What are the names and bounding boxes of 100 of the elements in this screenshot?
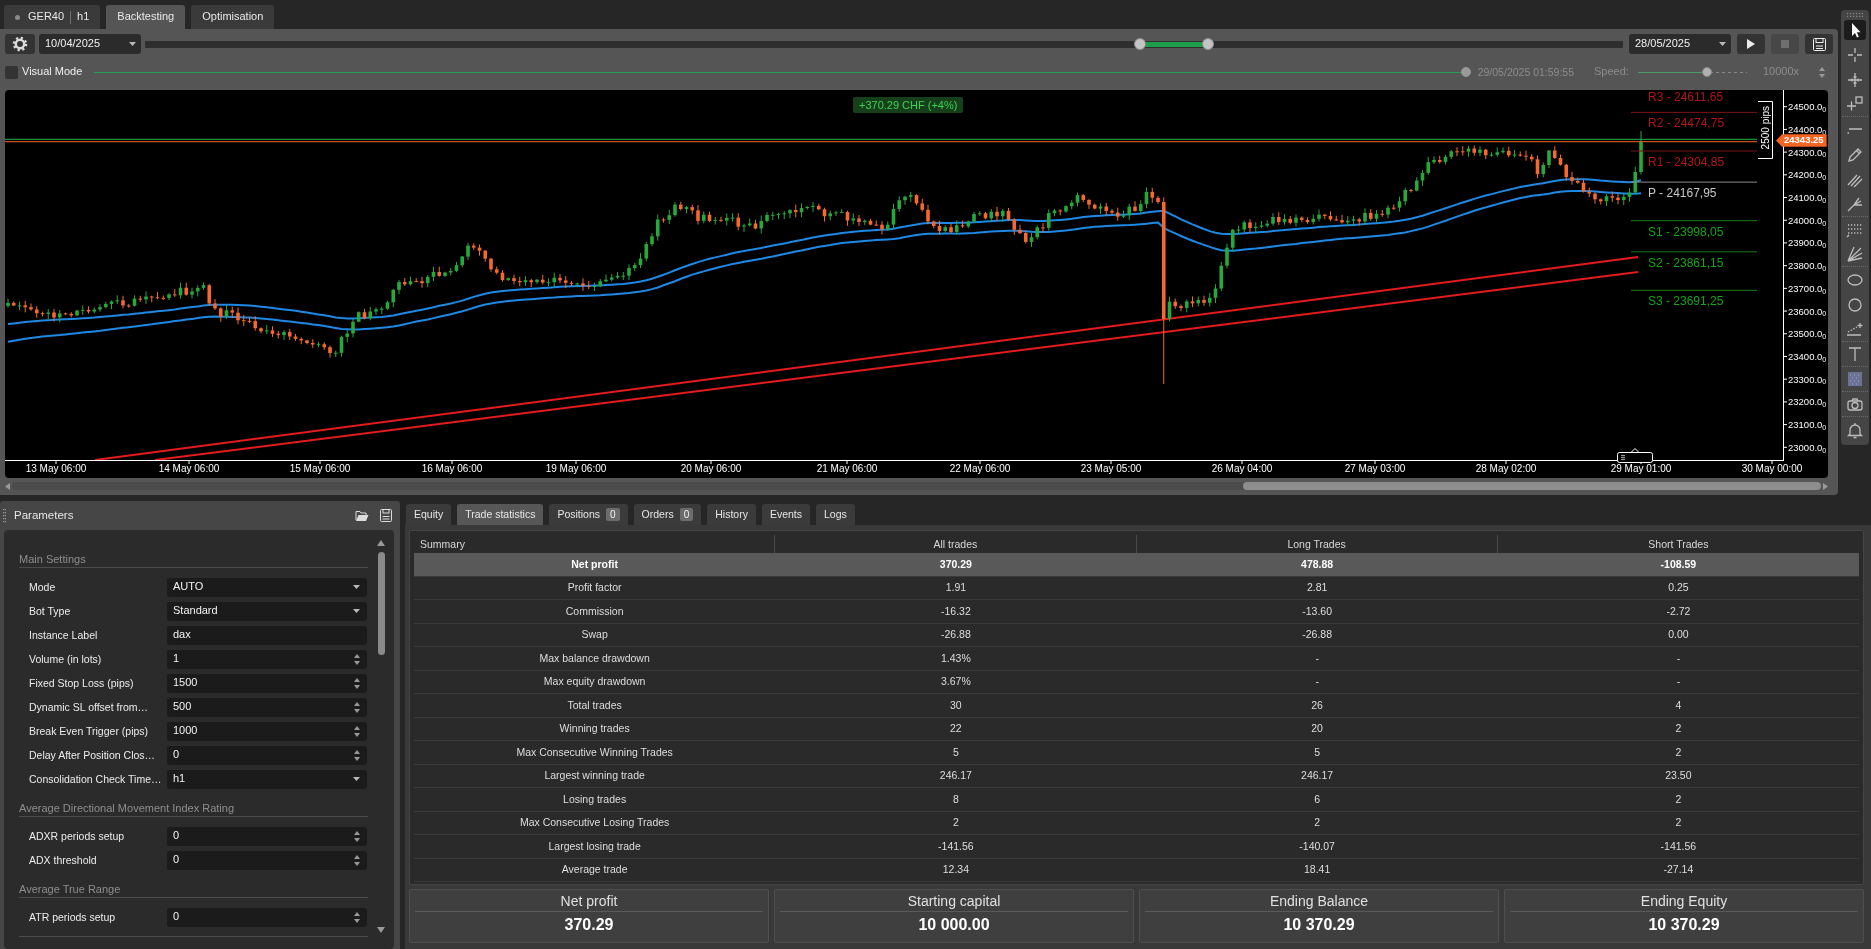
- metric-name: Swap: [581, 628, 608, 642]
- results-tab[interactable]: History: [707, 504, 756, 525]
- metric-value: 246.17: [939, 769, 972, 783]
- spinner-arrows-icon[interactable]: [354, 830, 360, 842]
- summary-value: 10 370.29: [1283, 915, 1355, 935]
- dropdown-field[interactable]: AUTO: [167, 577, 367, 597]
- caret-icon[interactable]: [1719, 42, 1726, 46]
- date-dropdown[interactable]: 10/04/2025: [39, 34, 141, 54]
- statistics-row[interactable]: Largest winning trade 246.17 246.17 23.50: [414, 764, 1859, 788]
- metric-value: -27.14: [1663, 863, 1694, 877]
- summary-value: 10 370.29: [1648, 915, 1720, 935]
- number-field[interactable]: 0: [167, 907, 367, 927]
- statistics-row[interactable]: Commission -16.32 -13.60 -2.72: [414, 600, 1859, 624]
- number-field[interactable]: 500: [167, 697, 367, 717]
- horizontal-scrollbar[interactable]: [12, 482, 1821, 490]
- statistics-row[interactable]: Average trade 12.34 18.41 -27.14: [414, 858, 1859, 882]
- spinner-arrows-icon[interactable]: [354, 911, 360, 923]
- number-field[interactable]: 1: [167, 649, 367, 669]
- metric-value: -141.56: [938, 839, 974, 853]
- column-header: Summary: [420, 537, 465, 551]
- symbol-label: GER40: [28, 10, 65, 24]
- caret-icon[interactable]: [353, 609, 360, 613]
- number-field[interactable]: 0: [167, 850, 367, 870]
- metric-value: 0.25: [1668, 581, 1689, 595]
- spinner-arrows-icon[interactable]: [354, 749, 360, 761]
- spinner-arrows-icon[interactable]: [354, 701, 360, 713]
- pivot-label: R1 - 24304,85: [1648, 155, 1725, 169]
- scroll-right-icon[interactable]: [1823, 482, 1828, 490]
- number-field[interactable]: 0: [167, 745, 367, 765]
- range-handle[interactable]: [1201, 38, 1214, 50]
- statistics-row[interactable]: Total trades 30 26 4: [414, 694, 1859, 718]
- number-field[interactable]: 1500: [167, 673, 367, 693]
- metric-name: Total trades: [567, 698, 622, 712]
- text-field[interactable]: dax: [167, 625, 367, 645]
- caret-icon[interactable]: [129, 42, 136, 46]
- dropdown-field[interactable]: h1: [167, 769, 367, 789]
- settings-button[interactable]: [5, 34, 35, 54]
- statistics-row[interactable]: Winning trades 22 20 2: [414, 717, 1859, 741]
- spinner-arrows-icon[interactable]: [354, 854, 360, 866]
- scroll-up-icon[interactable]: [377, 540, 385, 546]
- scrollbar-thumb[interactable]: [377, 552, 385, 655]
- statistics-row[interactable]: Max balance drawdown 1.43% - -: [414, 647, 1859, 671]
- save-button[interactable]: [1805, 34, 1833, 54]
- scroll-left-icon[interactable]: [5, 482, 10, 490]
- statistics-row[interactable]: Profit factor 1.91 2.81 0.25: [414, 576, 1859, 600]
- metric-value: -16.32: [941, 604, 971, 618]
- spinner-arrows-icon[interactable]: [354, 725, 360, 737]
- save-icon[interactable]: [380, 509, 392, 522]
- results-tab[interactable]: Equity: [406, 504, 452, 525]
- scrollbar-thumb[interactable]: [1243, 482, 1821, 490]
- metric-value: 12.34: [942, 863, 969, 877]
- statistics-row[interactable]: Net profit 370.29 478.88 -108.59: [414, 553, 1859, 577]
- price-axis-label: 24200.0$_{0}$: [1788, 170, 1827, 180]
- statistics-row[interactable]: Losing trades 8 6 2: [414, 788, 1859, 812]
- folder-open-icon[interactable]: [355, 509, 369, 522]
- page-tab[interactable]: Optimisation: [191, 5, 275, 29]
- statistics-row[interactable]: Max equity drawdown 3.67% - -: [414, 670, 1859, 694]
- dropdown-field[interactable]: Standard: [167, 601, 367, 621]
- statistics-row[interactable]: Max Consecutive Losing Trades 2 2 2: [414, 811, 1859, 835]
- metric-value: 3.67%: [941, 675, 971, 689]
- spinner-arrows-icon[interactable]: [1819, 66, 1825, 78]
- caret-icon[interactable]: [353, 585, 360, 589]
- grip-icon[interactable]: [3, 508, 6, 523]
- results-tab[interactable]: Events: [761, 504, 810, 525]
- page-tab[interactable]: Backtesting: [106, 5, 186, 29]
- drag-handle-icon[interactable]: [1617, 445, 1653, 463]
- crosshair-square-icon[interactable]: [1844, 94, 1866, 114]
- metric-value: -26.88: [941, 628, 971, 642]
- instrument-tab[interactable]: GER40 h1: [4, 5, 101, 29]
- number-field[interactable]: 1000: [167, 721, 367, 741]
- metric-value: 2: [1675, 816, 1682, 830]
- grip-icon[interactable]: [1847, 13, 1863, 17]
- statistics-row[interactable]: Max Consecutive Winning Trades 5 5 2: [414, 741, 1859, 765]
- metric-value: 5: [1314, 745, 1321, 759]
- play-button[interactable]: [1737, 34, 1765, 54]
- spinner-arrows-icon[interactable]: [354, 677, 360, 689]
- metric-name: Max equity drawdown: [543, 675, 646, 689]
- visual-mode-checkbox[interactable]: [5, 65, 18, 79]
- statistics-row[interactable]: Swap -26.88 -26.88 0.00: [414, 623, 1859, 647]
- date-dropdown[interactable]: 28/05/2025: [1629, 34, 1731, 54]
- time-axis-label: 16 May 06:00: [421, 464, 483, 474]
- results-tab[interactable]: Logs: [816, 504, 855, 525]
- section-title: Average True Range: [19, 881, 368, 898]
- results-tab[interactable]: Trade statistics: [457, 504, 544, 525]
- metric-value: 4: [1675, 698, 1682, 712]
- price-axis-label: 23600.0$_{0}$: [1788, 306, 1827, 316]
- results-tab[interactable]: Orders 0: [633, 504, 702, 525]
- caret-icon[interactable]: [353, 777, 360, 781]
- price-axis-label: 24000.0$_{0}$: [1788, 215, 1827, 225]
- metric-value: -140.07: [1299, 839, 1335, 853]
- scroll-down-icon[interactable]: [377, 927, 385, 933]
- range-handle[interactable]: [1133, 38, 1146, 50]
- date-range-slider[interactable]: [145, 38, 1623, 50]
- number-field[interactable]: 0: [167, 826, 367, 846]
- statistics-row[interactable]: Largest losing trade -141.56 -140.07 -141.56: [414, 835, 1859, 859]
- time-axis-label: 30 May 00:00: [1741, 464, 1803, 474]
- spinner-arrows-icon[interactable]: [354, 653, 360, 665]
- count-badge: 0: [679, 508, 694, 521]
- results-tab[interactable]: Positions 0: [549, 504, 628, 525]
- metric-value: 2.81: [1306, 581, 1328, 595]
